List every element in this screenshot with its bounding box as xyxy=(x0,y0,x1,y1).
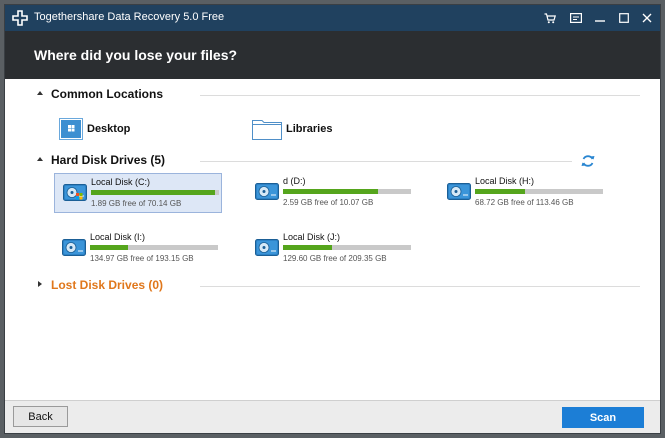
register-button[interactable] xyxy=(564,5,588,31)
drive-usage-bar xyxy=(90,245,218,250)
section-title: Common Locations xyxy=(51,87,164,101)
close-icon xyxy=(642,13,652,23)
location-label: Libraries xyxy=(286,123,333,135)
section-common-locations[interactable]: Common Locations xyxy=(5,87,660,103)
register-icon xyxy=(570,13,582,23)
drive-free-space: 129.60 GB free of 209.35 GB xyxy=(283,254,387,263)
page-title: Where did you lose your files? xyxy=(34,47,238,63)
collapse-arrow-icon xyxy=(37,91,43,95)
section-divider xyxy=(200,95,640,96)
drive-name: Local Disk (I:) xyxy=(90,232,146,242)
cart-icon xyxy=(544,12,556,23)
drive-name: Local Disk (C:) xyxy=(91,177,151,187)
drive-free-space: 2.59 GB free of 10.07 GB xyxy=(283,198,374,207)
maximize-button[interactable] xyxy=(612,5,636,31)
drive-usage-fill xyxy=(283,189,378,194)
title-bar: Togethershare Data Recovery 5.0 Free xyxy=(5,5,660,31)
minimize-button[interactable] xyxy=(588,5,612,31)
app-window: Togethershare Data Recovery 5.0 Free Whe… xyxy=(4,4,661,434)
drive-free-space: 68.72 GB free of 113.46 GB xyxy=(475,198,574,207)
drive-usage-bar xyxy=(283,189,411,194)
drive-usage-bar xyxy=(283,245,411,250)
section-hard-disk-drives[interactable]: Hard Disk Drives (5) xyxy=(5,153,660,169)
drive-item[interactable]: Local Disk (C:) 1.89 GB free of 70.14 GB xyxy=(54,173,222,213)
drive-item[interactable]: Local Disk (I:) 134.97 GB free of 193.15 … xyxy=(54,229,222,269)
scan-button[interactable]: Scan xyxy=(562,407,644,428)
location-libraries[interactable]: Libraries xyxy=(252,116,332,142)
expand-arrow-icon xyxy=(38,281,42,287)
drive-free-space: 134.97 GB free of 193.15 GB xyxy=(90,254,194,263)
location-label: Desktop xyxy=(87,123,131,135)
hard-drive-icon xyxy=(255,183,279,200)
main-content: Common Locations Desktop Libraries Hard … xyxy=(5,79,660,400)
drive-item[interactable]: Local Disk (J:) 129.60 GB free of 209.35 … xyxy=(247,229,415,269)
hard-drive-icon xyxy=(255,239,279,256)
drive-usage-bar xyxy=(475,189,603,194)
drive-free-space: 1.89 GB free of 70.14 GB xyxy=(91,199,182,208)
drive-item[interactable]: Local Disk (H:) 68.72 GB free of 113.46 G… xyxy=(439,173,607,213)
section-divider xyxy=(200,161,572,162)
hard-drive-icon xyxy=(447,183,471,200)
window-title: Togethershare Data Recovery 5.0 Free xyxy=(34,11,225,23)
minimize-icon xyxy=(595,20,605,22)
cart-button[interactable] xyxy=(538,5,562,31)
back-button[interactable]: Back xyxy=(13,406,68,427)
section-title: Hard Disk Drives (5) xyxy=(51,153,166,167)
drive-name: d (D:) xyxy=(283,176,306,186)
hard-drive-icon xyxy=(63,184,87,201)
hard-drive-icon xyxy=(62,239,86,256)
drive-usage-fill xyxy=(475,189,525,194)
drive-usage-fill xyxy=(91,190,216,195)
section-lost-disk-drives[interactable]: Lost Disk Drives (0) xyxy=(5,278,660,294)
location-desktop[interactable]: Desktop xyxy=(59,116,130,142)
section-title: Lost Disk Drives (0) xyxy=(51,278,164,292)
drive-usage-fill xyxy=(283,245,332,250)
refresh-icon[interactable] xyxy=(581,154,595,168)
section-divider xyxy=(200,286,640,287)
desktop-icon xyxy=(59,118,83,140)
page-header: Where did you lose your files? xyxy=(5,31,660,79)
drive-usage-bar xyxy=(91,190,219,195)
drive-name: Local Disk (J:) xyxy=(283,232,341,242)
drive-item[interactable]: d (D:) 2.59 GB free of 10.07 GB xyxy=(247,173,415,213)
app-logo-icon xyxy=(12,10,28,26)
drive-usage-fill xyxy=(90,245,129,250)
footer-bar: Back Scan xyxy=(5,400,660,433)
maximize-icon xyxy=(619,13,629,23)
drive-name: Local Disk (H:) xyxy=(475,176,535,186)
collapse-arrow-icon xyxy=(37,157,43,161)
close-button[interactable] xyxy=(635,5,659,31)
folder-icon xyxy=(252,120,282,140)
